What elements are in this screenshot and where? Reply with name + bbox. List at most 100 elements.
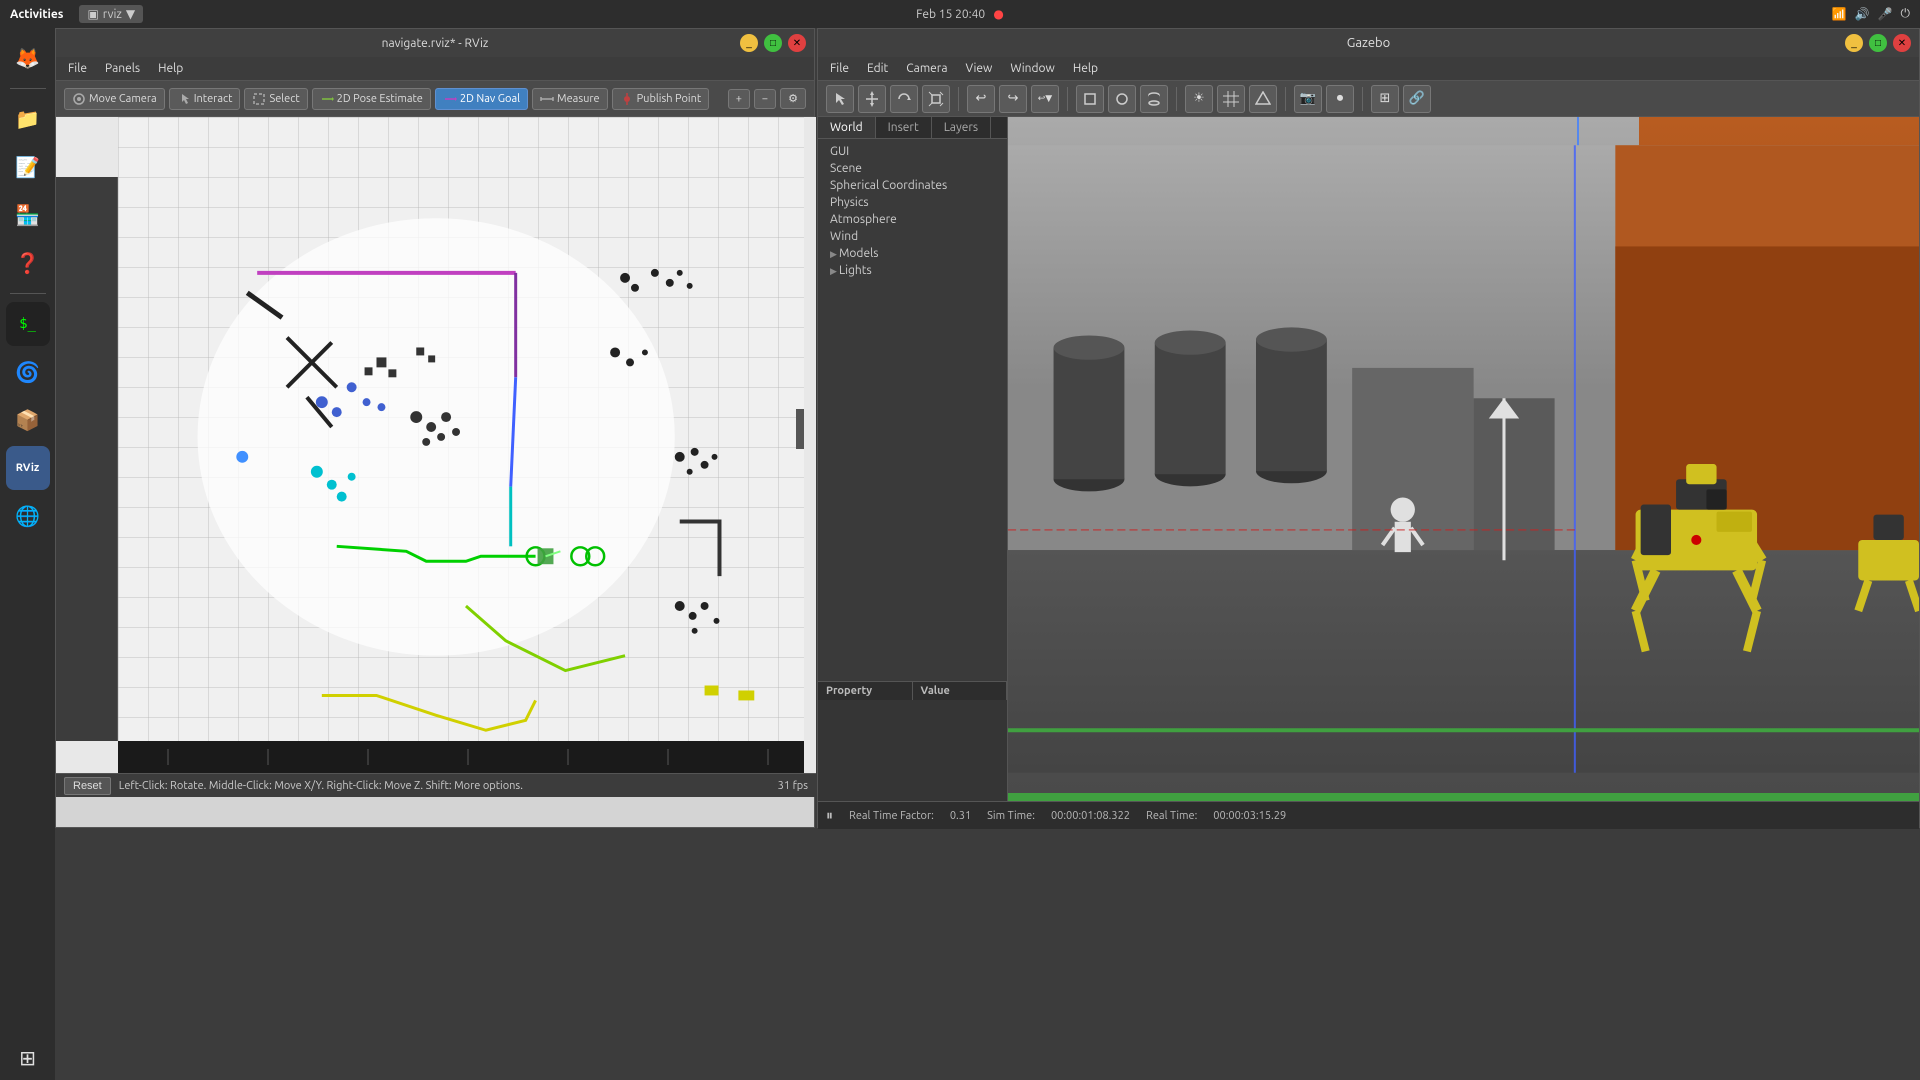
tree-item-models[interactable]: Models [822, 245, 1003, 262]
measure-icon [540, 92, 554, 106]
sidebar-separator-2 [10, 293, 46, 294]
sidebar-app-help[interactable]: ❓ [6, 241, 50, 285]
rviz-maximize-button[interactable]: □ [764, 34, 782, 52]
gazebo-menu-file[interactable]: File [822, 60, 857, 77]
gz-grid-tool[interactable] [1217, 85, 1245, 113]
nav-goal-icon [443, 92, 457, 106]
sidebar-app-globe[interactable]: 🌐 [6, 494, 50, 538]
rviz-menu-file[interactable]: File [60, 60, 95, 77]
sidebar-app-store[interactable]: 🏪 [6, 193, 50, 237]
sidebar-app-text[interactable]: 📝 [6, 145, 50, 189]
gazebo-menu-help[interactable]: Help [1065, 60, 1106, 77]
tree-item-wind[interactable]: Wind [822, 228, 1003, 245]
gz-sep-4 [1285, 87, 1286, 111]
gz-align-tool[interactable]: ⊞ [1371, 85, 1399, 113]
activities-button[interactable]: Activities [10, 8, 63, 21]
sidebar-app-swirl[interactable]: 🌀 [6, 350, 50, 394]
publish-icon [620, 92, 634, 106]
tree-item-spherical[interactable]: Spherical Coordinates [822, 177, 1003, 194]
gazebo-viewport[interactable] [1008, 117, 1919, 801]
gz-snap-tool[interactable]: 🔗 [1403, 85, 1431, 113]
gz-sep-1 [958, 87, 959, 111]
settings-button[interactable]: ⚙ [780, 88, 806, 109]
rviz-minimize-button[interactable]: _ [740, 34, 758, 52]
move-camera-button[interactable]: Move Camera [64, 88, 165, 110]
tree-item-physics[interactable]: Physics [822, 194, 1003, 211]
datetime: Feb 15 20:40 [916, 8, 985, 21]
gazebo-close-button[interactable]: ✕ [1893, 34, 1911, 52]
gz-rotate-icon [896, 91, 912, 107]
gz-record-tool[interactable]: ⏺ [1326, 85, 1354, 113]
rviz-canvas[interactable] [118, 117, 804, 741]
camera-icon [72, 92, 86, 106]
gz-tab-layers[interactable]: Layers [932, 117, 991, 138]
rviz-visualization [118, 117, 804, 741]
gz-sep-3 [1176, 87, 1177, 111]
gz-sphere-tool[interactable] [1108, 85, 1136, 113]
tree-item-lights[interactable]: Lights [822, 262, 1003, 279]
real-time-factor-label: Real Time Factor: [849, 810, 934, 822]
sidebar-app-files[interactable]: 📁 [6, 97, 50, 141]
rviz-toolbar: Move Camera Interact Select 2D Pose Esti… [56, 81, 814, 117]
gazebo-content: World Insert Layers GUI Scene Spherical … [818, 117, 1919, 801]
gz-undo-history-tool[interactable]: ↩▼ [1031, 85, 1059, 113]
rviz-menu-help[interactable]: Help [150, 60, 191, 77]
zoom-out-button[interactable]: − [754, 89, 776, 109]
select-button[interactable]: Select [244, 88, 307, 110]
gazebo-maximize-button[interactable]: □ [1869, 34, 1887, 52]
tree-item-gui[interactable]: GUI [822, 143, 1003, 160]
gz-wireframe-tool[interactable] [1249, 85, 1277, 113]
gz-translate-tool[interactable] [858, 85, 886, 113]
gz-redo-tool[interactable]: ↪ [999, 85, 1027, 113]
gazebo-properties: Property Value [818, 681, 1007, 801]
tree-item-scene[interactable]: Scene [822, 160, 1003, 177]
gz-scale-icon [928, 91, 944, 107]
rviz-menu-panels[interactable]: Panels [97, 60, 148, 77]
gazebo-minimize-button[interactable]: _ [1845, 34, 1863, 52]
gz-scale-tool[interactable] [922, 85, 950, 113]
app-indicator[interactable]: ▣ rviz ▼ [79, 5, 143, 23]
interact-button[interactable]: Interact [169, 88, 241, 110]
system-bar-right: 📶 🔊 🎤 ⏻ [1832, 7, 1910, 21]
zoom-in-button[interactable]: + [728, 89, 750, 109]
app-icon: ▣ [87, 7, 98, 21]
gazebo-menu-camera[interactable]: Camera [898, 60, 955, 77]
gz-translate-icon [864, 91, 880, 107]
gz-box-tool[interactable] [1076, 85, 1104, 113]
sidebar-app-rviz[interactable]: RViz [6, 446, 50, 490]
sim-time-value: 00:00:01:08.322 [1051, 810, 1130, 822]
mic-icon: 🎤 [1878, 7, 1893, 21]
gz-tab-world[interactable]: World [818, 117, 876, 138]
sidebar-app-firefox[interactable]: 🦊 [6, 36, 50, 80]
gazebo-menu-view[interactable]: View [958, 60, 1001, 77]
tree-item-atmosphere[interactable]: Atmosphere [822, 211, 1003, 228]
rviz-statusbar: Reset Left-Click: Rotate. Middle-Click: … [56, 773, 816, 797]
gz-select-tool[interactable] [826, 85, 854, 113]
sidebar-app-package[interactable]: 📦 [6, 398, 50, 442]
gazebo-menu-window[interactable]: Window [1002, 60, 1062, 77]
rviz-close-button[interactable]: ✕ [788, 34, 806, 52]
rviz-window-controls: _ □ ✕ [740, 34, 806, 52]
gz-tab-insert[interactable]: Insert [876, 117, 932, 138]
gz-undo-tool[interactable]: ↩ [967, 85, 995, 113]
gazebo-menu-edit[interactable]: Edit [859, 60, 896, 77]
gz-sun-tool[interactable]: ☀ [1185, 85, 1213, 113]
gazebo-left-panel: World Insert Layers GUI Scene Spherical … [818, 117, 1008, 801]
gz-rotate-tool[interactable] [890, 85, 918, 113]
app-name: rviz [103, 8, 122, 21]
pause-button[interactable]: ⏸ [826, 807, 833, 824]
measure-button[interactable]: Measure [532, 88, 608, 110]
gazebo-statusbar: ⏸ Real Time Factor: 0.31 Sim Time: 00:00… [818, 801, 1919, 829]
reset-button[interactable]: Reset [64, 777, 111, 795]
value-col-header: Value [913, 682, 1008, 700]
sidebar-app-terminal[interactable]: $_ [6, 302, 50, 346]
publish-point-button[interactable]: Publish Point [612, 88, 710, 110]
resize-handle[interactable] [796, 409, 804, 449]
nav-goal-button[interactable]: 2D Nav Goal [435, 88, 528, 110]
pose-estimate-button[interactable]: 2D Pose Estimate [312, 88, 431, 110]
select-icon [252, 92, 266, 106]
gz-screenshot-tool[interactable]: 📷 [1294, 85, 1322, 113]
gz-cylinder-tool[interactable] [1140, 85, 1168, 113]
sidebar-app-grid[interactable]: ⊞ [6, 1036, 50, 1080]
gz-grid-icon [1223, 91, 1239, 107]
